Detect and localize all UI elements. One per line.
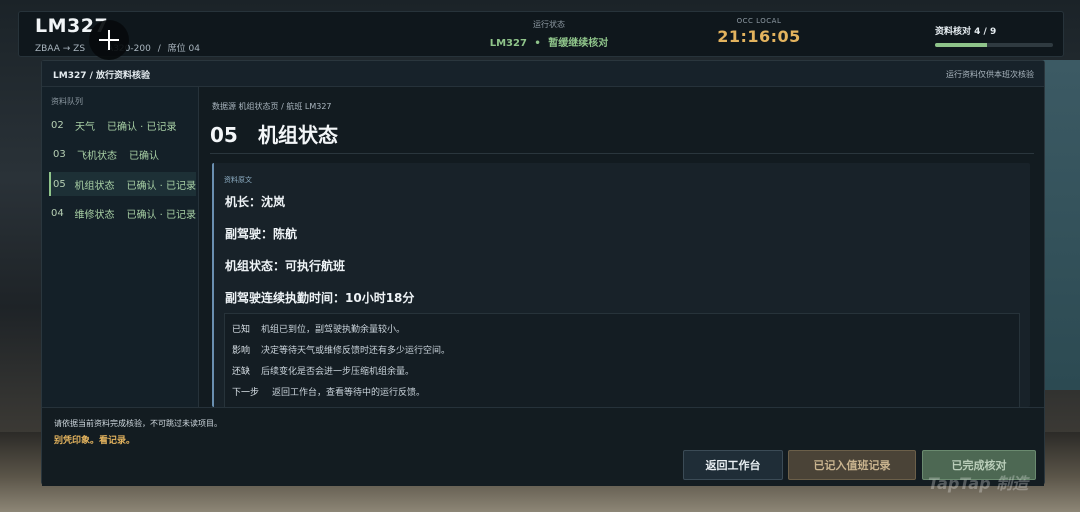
analysis-value: 决定等待天气或维修反馈时还有多少运行空间。 [261,346,451,356]
status-dot: • [534,38,541,49]
clock-label: OCC LOCAL [736,17,782,25]
queue-item-number: 02 [51,119,64,131]
clock-value: 21:16:05 [717,27,801,46]
status-text: 暂缓继续核对 [548,38,609,49]
record-crew-status: 机组状态：可执行航班 [225,259,346,273]
route-text: ZBAA → ZS [35,44,86,54]
analysis-key: 下一步 [232,388,260,398]
route-separator: / [157,44,161,54]
record-captain: 机长：沈岚 [225,195,286,209]
crosshair-cursor-icon [89,20,129,60]
analysis-known: 已知 机组已到位，副驾驶执勤余量较小。 [232,322,405,335]
record-duty-time: 副驾驶连续执勤时间：10小时18分 [225,291,415,305]
analysis-value: 机组已到位，副驾驶执勤余量较小。 [261,325,406,335]
analysis-next: 下一步 返回工作台，查看等待中的运行反馈。 [232,385,425,398]
modal-note: 运行资料仅供本班次核验 [946,70,1034,79]
footer-hint: 请依据当前资料完成核验，不可跳过未读项目。 [54,419,222,428]
analysis-key: 还缺 [232,367,251,377]
occ-clock: OCC LOCAL 21:16:05 [709,17,809,46]
queue-item-maintenance[interactable]: 04 维修状态 已确认 · 已记录 [49,201,196,225]
seat-number: 席位 04 [167,44,200,54]
queue-item-state: 已确认 [129,150,159,162]
analysis-value: 返回工作台，查看等待中的运行反馈。 [272,388,426,398]
modal-header: LM327 / 放行资料核验 运行资料仅供本班次核验 [42,61,1044,87]
queue-item-label: 天气 [75,121,95,133]
analysis-key: 已知 [232,325,251,335]
footer-motto: 别凭印象。看记录。 [54,436,136,446]
breadcrumb: 数据源 机组状态页 / 航班 LM327 [212,102,332,111]
modal-title: LM327 / 放行资料核验 [53,71,151,81]
title-divider [210,153,1034,154]
taptap-watermark: TapTap 制造 [928,474,1029,493]
status-flight: LM327 [489,38,527,49]
queue-item-state: 已确认 · 已记录 [107,121,177,133]
document-queue: 资料队列 02 天气 已确认 · 已记录 03 飞机状态 已确认 05 机组状态… [42,87,199,407]
check-progress: 资料核对 4 / 9 [935,24,1055,47]
modal-footer: 请依据当前资料完成核验，不可跳过未读项目。 别凭印象。看记录。 返回工作台 已记… [42,407,1044,486]
analysis-value: 后续变化是否会进一步压缩机组余量。 [261,367,415,377]
back-to-workbench-button[interactable]: 返回工作台 [683,450,783,480]
top-status-bar: LM327 ZBAA → ZS A320-200 / 席位 04 运行状态 LM3… [18,11,1064,60]
queue-item-number: 03 [53,148,66,160]
page-title-text: 机组状态 [258,123,338,147]
record-first-officer: 副驾驶：陈航 [225,227,298,241]
analysis-impact: 影响 决定等待天气或维修反馈时还有多少运行空间。 [232,343,450,356]
queue-item-label: 飞机状态 [77,150,117,162]
queue-item-weather[interactable]: 02 天气 已确认 · 已记录 [49,113,196,137]
document-view: 数据源 机组状态页 / 航班 LM327 05 机组状态 资料原文 机长：沈岚 副… [200,87,1046,407]
logged-to-duty-record-button[interactable]: 已记入值班记录 [788,450,916,480]
queue-item-state: 已确认 · 已记录 [126,209,196,221]
verification-modal: LM327 / 放行资料核验 运行资料仅供本班次核验 资料队列 02 天气 已确… [41,60,1046,486]
page-title: 05 机组状态 [210,119,338,148]
progress-label: 资料核对 4 / 9 [935,27,997,37]
background-panel [1040,60,1080,390]
queue-item-number: 04 [51,207,64,219]
source-record: 资料原文 机长：沈岚 副驾驶：陈航 机组状态：可执行航班 副驾驶连续执勤时间：1… [212,163,1030,407]
queue-title: 资料队列 [51,97,83,106]
queue-item-crew[interactable]: 05 机组状态 已确认 · 已记录 [49,172,196,196]
queue-item-number: 05 [53,178,66,190]
analysis-panel: 已知 机组已到位，副驾驶执勤余量较小。 影响 决定等待天气或维修反馈时还有多少运行空… [224,313,1020,407]
progress-fill [935,43,987,47]
progress-track [935,43,1053,47]
queue-item-label: 维修状态 [74,209,115,221]
analysis-key: 影响 [232,346,251,356]
record-label: 资料原文 [224,176,252,184]
queue-item-aircraft[interactable]: 03 飞机状态 已确认 [49,142,196,166]
status-value: LM327 • 暂缓继续核对 [399,34,699,49]
analysis-missing: 还缺 后续变化是否会进一步压缩机组余量。 [232,364,414,377]
queue-item-state: 已确认 · 已记录 [126,180,196,192]
page-title-number: 05 [210,123,238,147]
status-label: 运行状态 [533,20,565,29]
operation-status: 运行状态 LM327 • 暂缓继续核对 [399,19,699,49]
queue-item-label: 机组状态 [74,180,115,192]
